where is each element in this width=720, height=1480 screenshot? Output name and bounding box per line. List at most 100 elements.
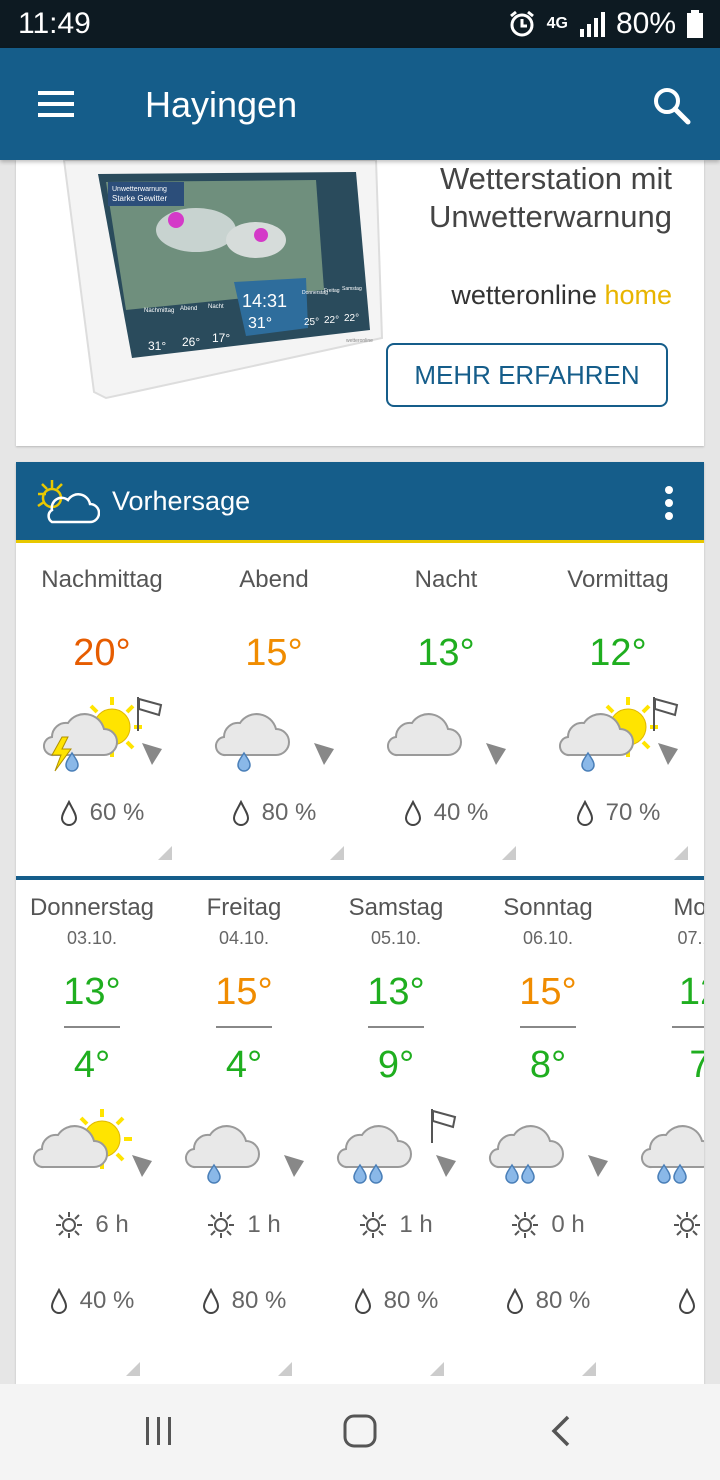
period-label: Vormittag (567, 566, 669, 593)
forecast-day-1[interactable]: Freitag 04.10. 15° 4° 1 h 80 % (168, 894, 320, 1315)
day-name: Mont (673, 894, 704, 921)
day-sun-hours: 0 (624, 1211, 704, 1239)
ad-screen-period-2: Abend (180, 306, 197, 312)
period-precip: 70 % (532, 799, 704, 827)
raindrop-icon (404, 800, 421, 826)
ad-screen-day-temp-2: 22° (324, 315, 339, 326)
forecast-day-3[interactable]: Sonntag 06.10. 15° 8° 0 h 80 % (472, 894, 624, 1315)
day-sun-hours: 1 h (320, 1211, 472, 1239)
expand-corner[interactable] (158, 846, 172, 860)
day-date: 06.10. (522, 928, 574, 948)
day-min-temp: 4° (73, 1044, 111, 1086)
precip-value: 80 % (261, 799, 317, 826)
expand-corner[interactable] (330, 846, 344, 860)
forecast-period-1[interactable]: Abend 15° 80 % (188, 566, 360, 827)
sun-hours-icon (674, 1212, 701, 1238)
heavy-rain-cloud-icon (641, 1125, 704, 1184)
ad-screen-temp: 31° (248, 315, 272, 332)
signal-icon (579, 12, 605, 37)
ad-card[interactable]: Unwetterwarnung Starke Gewitter 14:31 31… (16, 160, 704, 446)
day-max-temp: 15° (215, 971, 273, 1013)
day-date: 05.10. (370, 928, 422, 948)
ad-screen-day-temp-3: 22° (344, 313, 359, 324)
temp-separator (64, 1026, 120, 1028)
thunder-sun-cloud-icon (43, 697, 163, 772)
day-date: 03.10. (66, 928, 118, 948)
sun-rain-cloud-icon (559, 697, 679, 772)
ad-screen-period-3: Nacht (208, 304, 224, 310)
day-name: Sonntag (503, 894, 593, 921)
ad-screen-logo: wetteronline (346, 338, 373, 344)
sun-cloud-icon (33, 1109, 152, 1177)
expand-corner[interactable] (502, 846, 516, 860)
raindrop-icon (50, 1288, 67, 1314)
status-time: 11:49 (18, 7, 91, 40)
day-sun-hours: 6 h (16, 1211, 168, 1239)
period-label: Abend (239, 566, 309, 593)
sun-hours-value: 1 h (399, 1211, 433, 1238)
day-min-temp: 7 (689, 1044, 704, 1086)
more-info-button[interactable]: MEHR ERFAHREN (386, 343, 668, 407)
period-icon-wrap (188, 693, 360, 775)
app-bar: Hayingen (0, 48, 720, 160)
period-temp: 15° (245, 632, 303, 674)
expand-corner[interactable] (430, 1362, 444, 1376)
period-label: Nachmittag (41, 566, 163, 593)
location-title[interactable]: Hayingen (145, 84, 297, 126)
forecast-header: Vorhersage (16, 462, 704, 543)
more-options-icon[interactable] (664, 486, 674, 520)
raindrop-icon (506, 1288, 523, 1314)
ad-brand-accent: home (604, 280, 672, 310)
search-icon[interactable] (650, 84, 692, 126)
day-min-temp: 9° (377, 1044, 415, 1086)
day-max-temp: 15° (519, 971, 577, 1013)
day-sun-hours: 0 h (472, 1211, 624, 1239)
day-precip: 40 % (16, 1287, 168, 1315)
precip-value: 40 % (433, 799, 489, 826)
forecast-period-0[interactable]: Nachmittag 20° 60 % (16, 566, 188, 827)
forecast-day-4[interactable]: Mont 07.10 12 7 0 7 (624, 894, 704, 1315)
period-precip: 60 % (16, 799, 188, 827)
period-icon-wrap (360, 693, 532, 775)
battery-percent: 80% (615, 7, 676, 40)
day-precip: 80 % (320, 1287, 472, 1315)
alarm-icon (509, 10, 534, 37)
forecast-day-0[interactable]: Donnerstag 03.10. 13° 4° 6 h 40 % (16, 894, 168, 1315)
expand-corner[interactable] (126, 1362, 140, 1376)
ad-brand-main: wetteronline (451, 280, 597, 310)
raindrop-icon (354, 1288, 371, 1314)
forecast-period-2[interactable]: Nacht 13° 40 % (360, 566, 532, 827)
status-bar: 11:49 4G 80% (0, 0, 720, 48)
ad-screen-day-2: Freitag (324, 288, 340, 294)
forecast-day-2[interactable]: Samstag 05.10. 13° 9° 1 h 80 % (320, 894, 472, 1315)
raindrop-icon (232, 800, 249, 826)
period-label: Nacht (414, 566, 478, 593)
heavy-rain-cloud-icon (337, 1109, 457, 1184)
expand-corner[interactable] (674, 846, 688, 860)
day-max-temp: 12 (678, 971, 704, 1013)
sun-hours-icon (208, 1212, 235, 1238)
day-date: 07.10 (677, 928, 704, 948)
day-name: Freitag (206, 894, 282, 921)
forecast-period-3[interactable]: Vormittag 12° 70 % (532, 566, 704, 827)
status-icons: 4G 80% (507, 7, 704, 41)
expand-corner[interactable] (582, 1362, 596, 1376)
day-precip: 7 (624, 1287, 704, 1315)
back-icon[interactable] (548, 1414, 574, 1448)
expand-corner[interactable] (278, 1362, 292, 1376)
ad-screen-time: 14:31 (242, 291, 287, 311)
recent-apps-icon[interactable] (142, 1414, 176, 1448)
ad-brand-logo: wetteronline home (451, 280, 672, 311)
ad-screen-period-temp-2: 26° (182, 335, 200, 349)
cloud-icon (387, 713, 506, 765)
temp-separator (216, 1026, 272, 1028)
period-temp: 12° (589, 632, 647, 674)
battery-icon (687, 10, 703, 38)
sun-hours-icon (360, 1212, 387, 1238)
precip-value: 60 % (89, 799, 145, 826)
day-sun-hours: 1 h (168, 1211, 320, 1239)
day-precip: 80 % (472, 1287, 624, 1315)
day-icon-wrap (624, 1105, 704, 1187)
menu-icon[interactable] (38, 90, 74, 118)
home-icon[interactable] (342, 1413, 378, 1449)
